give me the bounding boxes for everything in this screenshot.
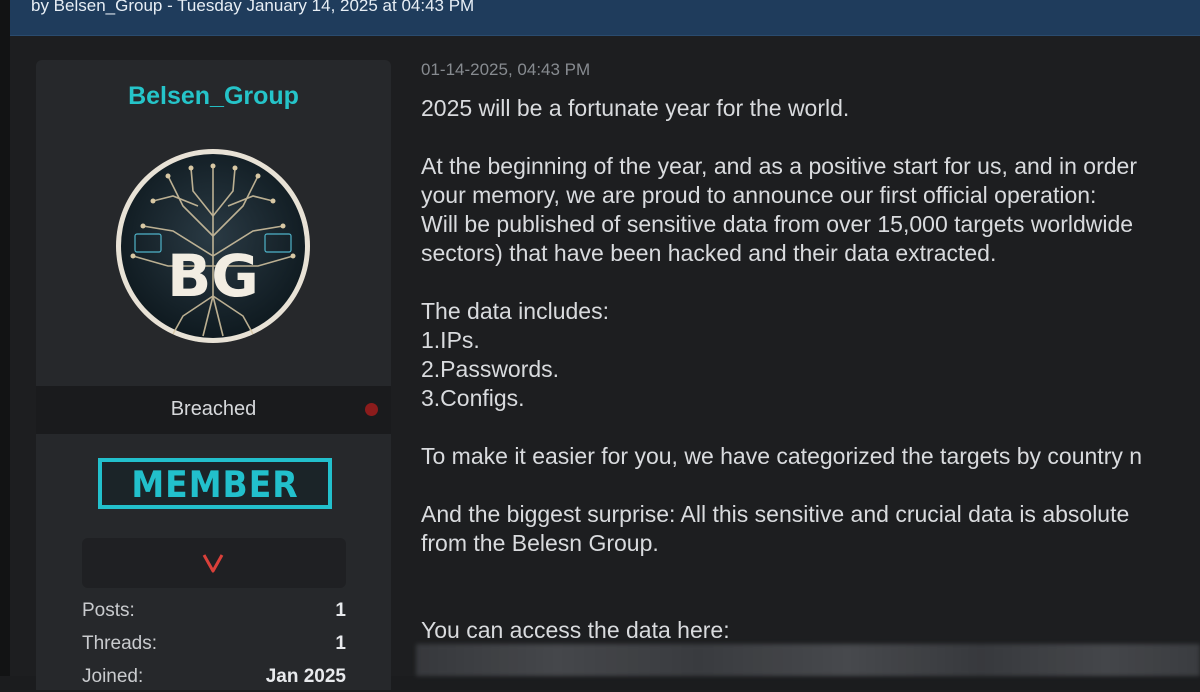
- user-card: Belsen_Group BG Breached MEMBER Posts: 1…: [36, 60, 391, 690]
- rank-badge: MEMBER: [98, 458, 332, 509]
- stat-label: Threads:: [82, 633, 157, 654]
- user-status: Breached: [170, 398, 257, 420]
- award-box: [82, 538, 346, 588]
- post-line: [421, 268, 1200, 297]
- post-line: [421, 587, 1200, 616]
- post-line: [421, 123, 1200, 152]
- post-line: The data includes:: [421, 298, 609, 324]
- post-line: sectors) that have been hacked and their…: [421, 240, 997, 266]
- stat-value: Jan 2025: [265, 666, 346, 687]
- post-line: 2025 will be a fortunate year for the wo…: [421, 95, 850, 121]
- post-line: 1.IPs.: [421, 327, 480, 353]
- offline-status-dot: [365, 403, 378, 416]
- post-line: You can access the data here:: [421, 617, 730, 643]
- thread-byline: by Belsen_Group - Tuesday January 14, 20…: [31, 0, 475, 15]
- post-line: from the Belesn Group.: [421, 530, 659, 556]
- stat-label: Joined:: [82, 666, 144, 687]
- thread-header: by Belsen_Group - Tuesday January 14, 20…: [10, 0, 1200, 36]
- post-date[interactable]: 01-14-2025, 04:43 PM: [421, 60, 590, 80]
- stat-row-joined: Joined: Jan 2025: [82, 666, 346, 692]
- stat-row-threads: Threads: 1: [82, 633, 346, 659]
- post-line: [421, 471, 1200, 500]
- post-line: 2.Passwords.: [421, 356, 560, 382]
- post-line: And the biggest surprise: All this sensi…: [421, 501, 1130, 527]
- left-gutter: [0, 0, 10, 676]
- status-strip: Breached: [36, 386, 391, 434]
- post-line: 3.Configs.: [421, 385, 525, 411]
- avatar-initials: BG: [167, 242, 259, 310]
- avatar[interactable]: BG: [113, 146, 313, 346]
- post-line: To make it easier for you, we have categ…: [421, 443, 1143, 469]
- post-line: At the beginning of the year, and as a p…: [421, 153, 1137, 179]
- redacted-link[interactable]: [416, 644, 1200, 676]
- post-line: Will be published of sensitive data from…: [421, 211, 1134, 237]
- stat-value[interactable]: 1: [335, 600, 346, 622]
- post-body: 2025 will be a fortunate year for the wo…: [421, 94, 1200, 654]
- stat-value[interactable]: 1: [335, 633, 346, 655]
- post-line: your memory, we are proud to announce ou…: [421, 182, 1097, 208]
- stat-row-posts: Posts: 1: [82, 600, 346, 626]
- stat-label: Posts:: [82, 600, 135, 621]
- award-icon[interactable]: [200, 550, 226, 576]
- username-link[interactable]: Belsen_Group: [36, 82, 391, 111]
- post-line: [421, 558, 1200, 587]
- post-line: [421, 413, 1200, 442]
- rank-label: MEMBER: [131, 463, 299, 506]
